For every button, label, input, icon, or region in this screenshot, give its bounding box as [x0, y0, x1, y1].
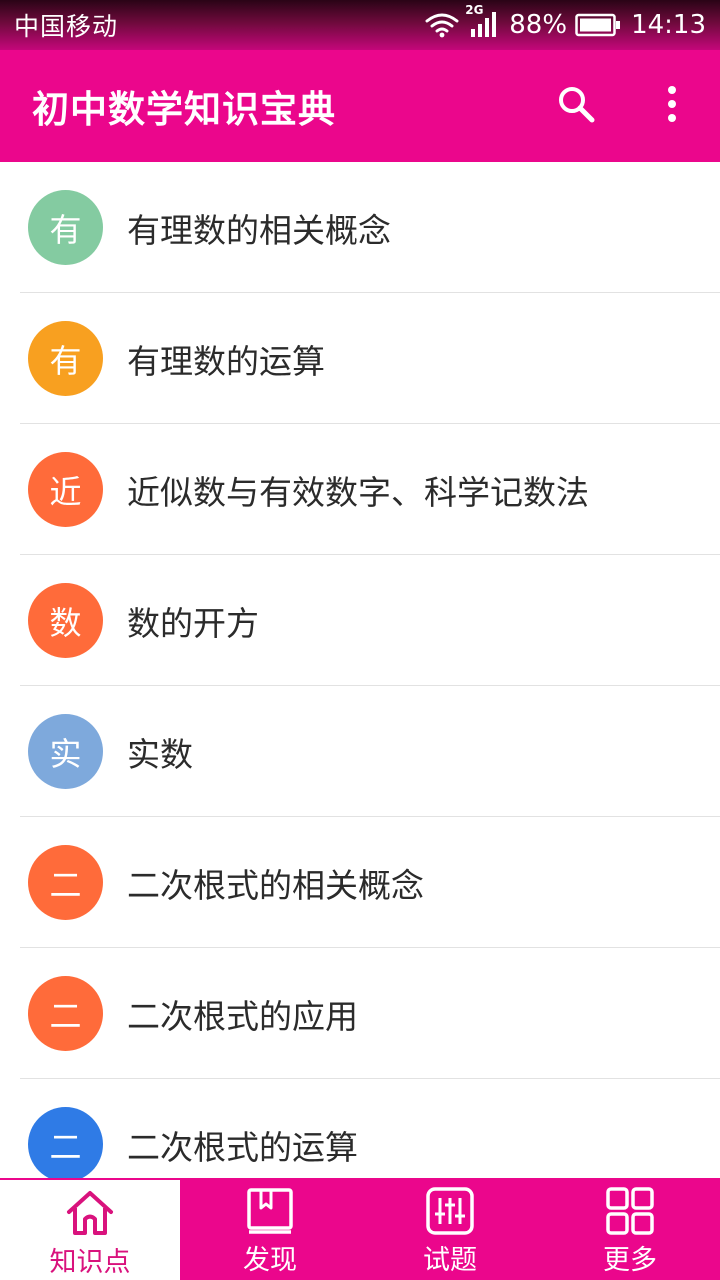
cell-signal-icon: 2G — [465, 3, 499, 39]
status-bar: 中国移动 2G 88% 14:13 — [0, 0, 720, 50]
more-vert-icon — [666, 86, 678, 126]
topic-badge: 有 — [28, 321, 103, 396]
nav-label: 更多 — [603, 1245, 657, 1276]
topic-title: 有理数的运算 — [127, 341, 325, 381]
app-screen: 中国移动 2G 88% 14:13 初中数学知识宝典 有 有理数的相关概念 有 … — [0, 0, 720, 1280]
topic-badge: 有 — [28, 190, 103, 265]
book-icon — [243, 1184, 297, 1238]
topic-badge: 二 — [28, 1107, 103, 1178]
battery-status: 88% — [509, 10, 621, 40]
topic-badge: 二 — [28, 845, 103, 920]
nav-tab-more[interactable]: 更多 — [540, 1178, 720, 1280]
topic-badge: 数 — [28, 583, 103, 658]
app-title: 初中数学知识宝典 — [32, 88, 336, 131]
carrier-label: 中国移动 — [14, 12, 119, 41]
topic-badge: 实 — [28, 714, 103, 789]
list-item[interactable]: 二 二次根式的应用 — [0, 948, 720, 1079]
topic-title: 二次根式的运算 — [127, 1127, 358, 1167]
list-item[interactable]: 有 有理数的运算 — [0, 293, 720, 424]
nav-tab-exercises[interactable]: 试题 — [360, 1178, 540, 1280]
topic-list[interactable]: 有 有理数的相关概念 有 有理数的运算 近 近似数与有效数字、科学记数法 数 数… — [0, 162, 720, 1178]
search-button[interactable] — [528, 58, 624, 154]
topic-title: 二次根式的应用 — [127, 996, 358, 1036]
nav-label: 知识点 — [49, 1247, 131, 1278]
bottom-navigation: 知识点 发现 试题 更多 — [0, 1178, 720, 1280]
app-bar: 初中数学知识宝典 — [0, 50, 720, 162]
network-type-label: 2G — [465, 3, 484, 17]
topic-title: 二次根式的相关概念 — [127, 865, 424, 905]
list-item[interactable]: 有 有理数的相关概念 — [0, 162, 720, 293]
search-icon — [556, 84, 596, 128]
topic-title: 有理数的相关概念 — [127, 210, 391, 250]
nav-label: 试题 — [423, 1245, 477, 1276]
overflow-menu-button[interactable] — [624, 58, 720, 154]
topic-badge: 近 — [28, 452, 103, 527]
app-bar-actions — [528, 58, 720, 154]
list-item[interactable]: 二 二次根式的相关概念 — [0, 817, 720, 948]
nav-tab-knowledge[interactable]: 知识点 — [0, 1178, 180, 1280]
home-icon — [63, 1186, 117, 1240]
list-item[interactable]: 二 二次根式的运算 — [0, 1079, 720, 1178]
sliders-icon — [423, 1184, 477, 1238]
topic-badge: 二 — [28, 976, 103, 1051]
list-item[interactable]: 数 数的开方 — [0, 555, 720, 686]
battery-icon — [575, 13, 621, 37]
status-indicators: 2G 88% 14:13 — [425, 3, 706, 40]
list-item[interactable]: 近 近似数与有效数字、科学记数法 — [0, 424, 720, 555]
topic-title: 近似数与有效数字、科学记数法 — [127, 472, 589, 512]
topic-title: 实数 — [127, 734, 193, 774]
topic-title: 数的开方 — [127, 603, 259, 643]
list-item[interactable]: 实 实数 — [0, 686, 720, 817]
battery-percent: 88% — [509, 10, 568, 40]
grid-icon — [603, 1184, 657, 1238]
nav-tab-discover[interactable]: 发现 — [180, 1178, 360, 1280]
nav-label: 发现 — [243, 1245, 297, 1276]
clock: 14:13 — [631, 10, 706, 40]
wifi-icon — [425, 12, 459, 38]
